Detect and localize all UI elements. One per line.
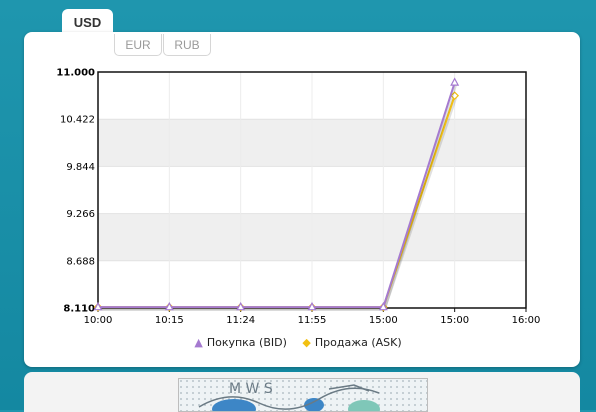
legend-item-ask[interactable]: ◆ Продажа (ASK) [302, 336, 401, 349]
x-tick-label: 11:55 [298, 315, 327, 326]
captcha-glyphs: M W S [229, 381, 273, 397]
chart-legend: ▲ Покупка (BID) ◆ Продажа (ASK) [0, 336, 596, 349]
legend-item-bid[interactable]: ▲ Покупка (BID) [194, 336, 287, 349]
y-tick-label: 11.000 [56, 68, 95, 79]
x-tick-label: 10:15 [155, 315, 184, 326]
x-tick-label: 11:24 [226, 315, 255, 326]
y-tick-label: 9.844 [66, 162, 95, 173]
data-point-bid[interactable] [450, 77, 460, 86]
y-tick-label: 8.110 [63, 304, 95, 315]
legend-label-ask: Продажа (ASK) [314, 336, 402, 349]
captcha-graphic: M W S [179, 379, 427, 411]
triangle-icon: ▲ [194, 336, 203, 349]
x-tick-label: 15:00 [369, 315, 398, 326]
series-line-bid [98, 82, 456, 309]
legend-label-bid: Покупка (BID) [206, 336, 287, 349]
x-tick-label: 15:00 [440, 315, 469, 326]
chart-vertical-grid [168, 72, 456, 308]
y-tick-label: 10.422 [60, 115, 95, 126]
diamond-icon: ◆ [302, 336, 311, 349]
y-tick-label: 9.266 [66, 209, 95, 220]
x-tick-label: 16:00 [512, 315, 541, 326]
series-line-shadow [99, 84, 458, 311]
x-tick-label: 10:00 [84, 315, 113, 326]
y-tick-label: 8.688 [66, 256, 95, 267]
captcha-image: M W S [178, 378, 428, 412]
